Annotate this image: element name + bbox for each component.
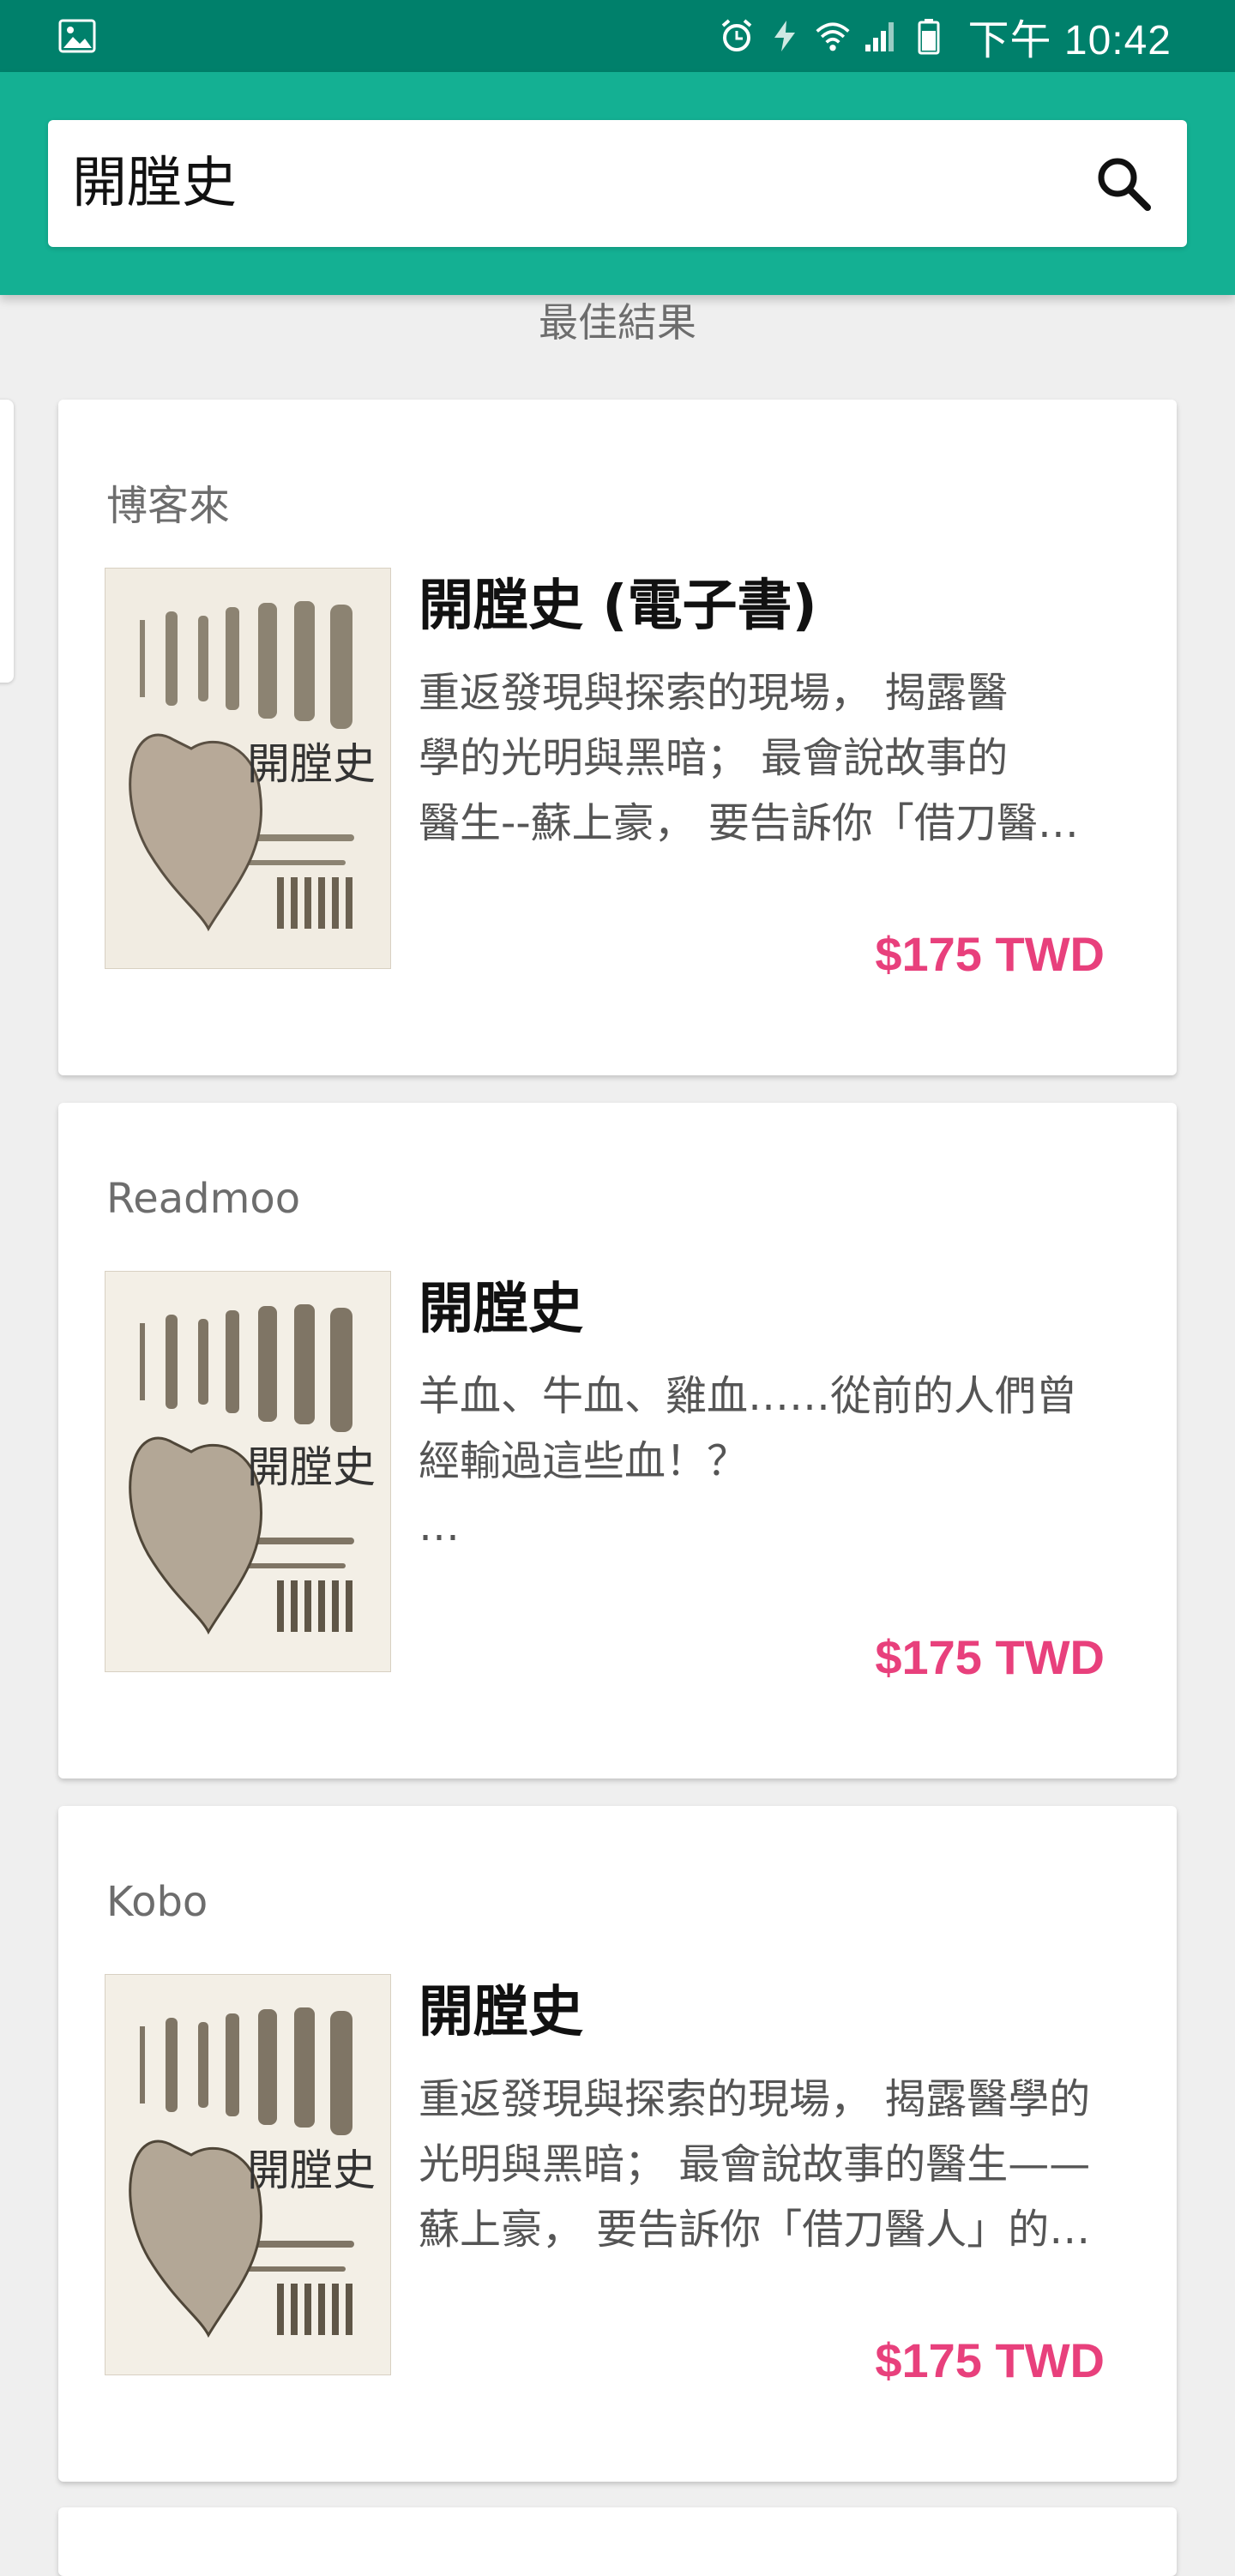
power-saving-icon — [766, 17, 804, 55]
book-cover-image: 開膛史 — [105, 1271, 391, 1672]
store-name: 博客來 — [106, 482, 231, 530]
status-time: 下午 10:42 — [967, 18, 1172, 63]
alarm-icon — [718, 17, 756, 55]
battery-icon — [910, 17, 948, 55]
book-cover-image: 開膛史 — [105, 1974, 391, 2375]
wifi-icon — [814, 17, 852, 55]
result-card[interactable]: Kobo 開膛史 開膛史 重返發現與探索的現場， 揭露醫學的 光明與黑暗； 最會… — [58, 1806, 1177, 2482]
status-bar: 下午 10:42 — [0, 0, 1235, 72]
book-price: $175 TWD — [875, 927, 1105, 981]
cover-title: 開膛史 — [247, 2146, 376, 2195]
previous-card-peek[interactable] — [0, 400, 14, 683]
section-title: 最佳結果 — [539, 299, 696, 346]
next-card-peek[interactable] — [58, 2507, 1177, 2576]
book-title: 開膛史 — [419, 1981, 583, 2044]
book-title: 開膛史 — [419, 1278, 583, 1341]
result-card[interactable]: Readmoo 開膛史 開膛史 羊血、牛血、雞血……從前的人們曾 經輸過這些血！… — [58, 1103, 1177, 1779]
search-icon[interactable] — [1093, 153, 1154, 214]
signal-icon — [862, 17, 900, 55]
search-input[interactable]: 開膛史 — [72, 149, 237, 218]
book-price: $175 TWD — [875, 1630, 1105, 1684]
image-icon — [58, 19, 96, 53]
store-name: Kobo — [106, 1878, 208, 1926]
book-description: 羊血、牛血、雞血……從前的人們曾 經輸過這些血！？ … — [419, 1372, 1078, 1550]
store-name: Readmoo — [106, 1175, 301, 1223]
status-icons: 下午 10:42 — [718, 9, 1172, 63]
book-description: 重返發現與探索的現場， 揭露醫學的 光明與黑暗； 最會說故事的醫生—— 蘇上豪，… — [419, 2075, 1091, 2254]
cover-title: 開膛史 — [247, 1442, 376, 1492]
book-cover-image: 開膛史 — [105, 568, 391, 969]
search-box[interactable]: 開膛史 — [48, 120, 1187, 247]
toolbar: 開膛史 — [0, 72, 1235, 295]
cover-title: 開膛史 — [247, 739, 376, 789]
result-card[interactable]: 博客來 開膛史 開膛史 (電子書) 重返發現與探索的現場， 揭露醫 學的光明與黑… — [58, 400, 1177, 1075]
book-description: 重返發現與探索的現場， 揭露醫 學的光明與黑暗； 最會說故事的 醫生--蘇上豪，… — [419, 669, 1079, 847]
book-price: $175 TWD — [875, 2333, 1105, 2387]
book-title: 開膛史 (電子書) — [419, 575, 817, 638]
